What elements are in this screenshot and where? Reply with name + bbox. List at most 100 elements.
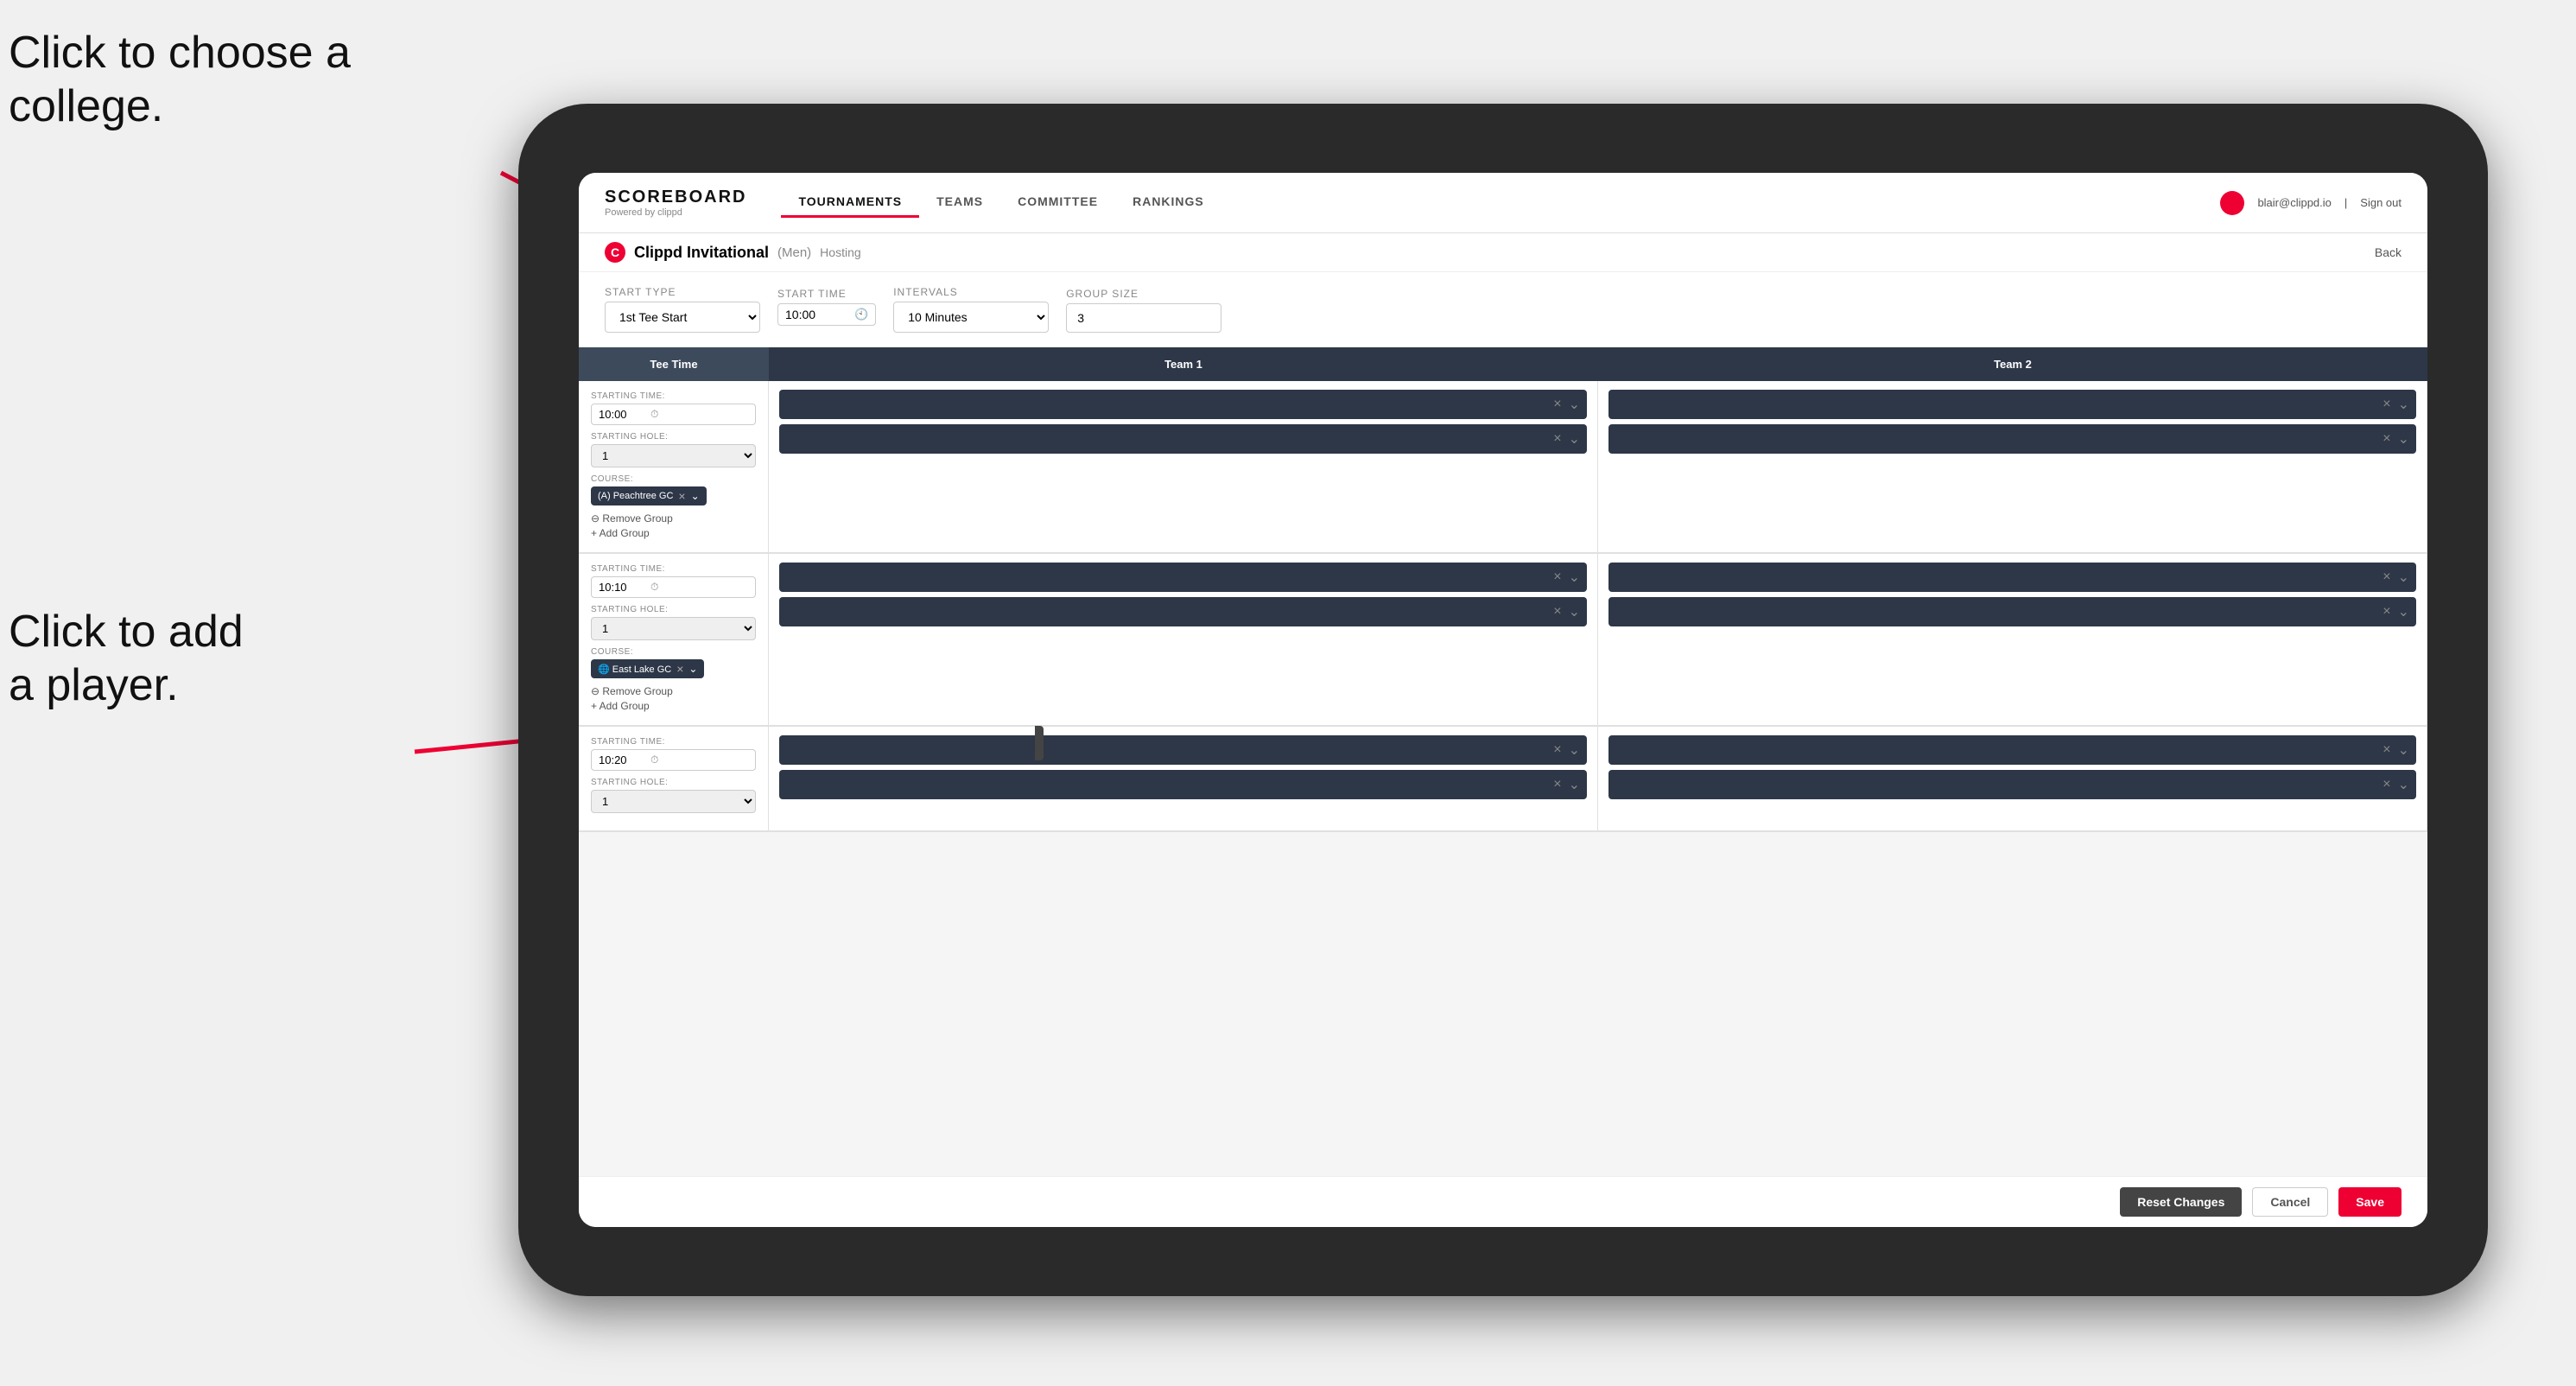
player-slot-2-1[interactable]: × ⌄ [1608,390,2416,419]
player-slot-1-1[interactable]: × ⌄ [779,390,1587,419]
player-slot-5-1[interactable]: × ⌄ [779,735,1587,765]
team1-panel-3: × ⌄ × ⌄ [769,727,1598,830]
add-group-link-1[interactable]: + Add Group [591,527,756,539]
tee-left-3: STARTING TIME: ⏱ STARTING HOLE: 1 [579,727,769,830]
nav-tab-rankings[interactable]: RANKINGS [1115,188,1221,218]
time-value-2[interactable] [599,581,650,594]
tee-left-2: STARTING TIME: ⏱ STARTING HOLE: 1 COURSE… [579,554,769,725]
action-links-2: ⊖ Remove Group + Add Group [591,685,756,712]
scoreboard-logo: SCOREBOARD Powered by clippd [605,188,746,218]
back-button[interactable]: Back [2375,245,2402,259]
course-name-2: 🌐 East Lake GC [598,664,671,675]
starting-time-input-1: ⏱ [591,404,756,425]
sign-out-link[interactable]: Sign out [2360,196,2402,209]
close-icon-1-1[interactable]: × [1553,397,1561,412]
start-time-label: Start Time [777,288,876,300]
starting-hole-label-2: STARTING HOLE: [591,605,756,614]
c-icon: C [605,242,625,263]
hosting-badge: Hosting [820,245,860,259]
expand-icon-6-1[interactable]: ⌄ [2398,741,2409,759]
expand-icon-3-1[interactable]: ⌄ [1569,569,1580,586]
start-type-group: Start Type 1st Tee Start [605,286,760,333]
remove-group-link-1[interactable]: ⊖ Remove Group [591,512,756,525]
cancel-button[interactable]: Cancel [2252,1187,2328,1217]
time-value-1[interactable] [599,408,650,421]
close-icon-3-2[interactable]: × [1553,604,1561,620]
player-slot-1-2[interactable]: × ⌄ [779,424,1587,454]
team1-panel-2: × ⌄ × ⌄ [769,554,1598,725]
intervals-select[interactable]: 10 Minutes [893,302,1049,333]
starting-hole-select-3[interactable]: 1 [591,790,756,813]
close-icon-4-1[interactable]: × [2382,569,2390,585]
close-icon-2-1[interactable]: × [2382,397,2390,412]
player-slot-6-1[interactable]: × ⌄ [1608,735,2416,765]
course-tag-1[interactable]: (A) Peachtree GC × ⌄ [591,486,707,505]
close-icon-5-1[interactable]: × [1553,742,1561,758]
clock-icon: 🕙 [854,308,868,321]
expand-icon-6-2[interactable]: ⌄ [2398,776,2409,793]
course-tag-wrapper-1: (A) Peachtree GC × ⌄ [591,486,756,505]
save-button[interactable]: Save [2338,1187,2402,1217]
player-slot-6-2[interactable]: × ⌄ [1608,770,2416,799]
close-icon-6-1[interactable]: × [2382,742,2390,758]
add-group-link-2[interactable]: + Add Group [591,700,756,712]
nav-tab-tournaments[interactable]: TOURNAMENTS [781,188,919,218]
start-type-select[interactable]: 1st Tee Start [605,302,760,333]
close-icon-5-2[interactable]: × [1553,777,1561,792]
user-avatar [2220,191,2244,215]
expand-icon-1-2[interactable]: ⌄ [1569,430,1580,448]
col-team2: Team 2 [1598,347,2427,381]
expand-icon-3-2[interactable]: ⌄ [1569,603,1580,620]
group-size-input[interactable] [1066,303,1221,333]
starting-time-label-3: STARTING TIME: [591,737,756,747]
course-tag-2[interactable]: 🌐 East Lake GC × ⌄ [591,659,704,678]
starting-hole-label-3: STARTING HOLE: [591,778,756,787]
close-icon-3-1[interactable]: × [1553,569,1561,585]
player-slot-3-1[interactable]: × ⌄ [779,563,1587,592]
start-time-group: Start Time 🕙 [777,288,876,333]
expand-icon-4-2[interactable]: ⌄ [2398,603,2409,620]
side-button [1035,726,1044,760]
close-icon-1-2[interactable]: × [1553,431,1561,447]
start-time-input[interactable] [785,308,854,321]
player-slot-4-1[interactable]: × ⌄ [1608,563,2416,592]
nav-tab-teams[interactable]: TEAMS [919,188,1000,218]
remove-group-link-2[interactable]: ⊖ Remove Group [591,685,756,697]
close-icon-6-2[interactable]: × [2382,777,2390,792]
course-remove-icon-2[interactable]: × [676,662,683,676]
close-icon-2-2[interactable]: × [2382,431,2390,447]
team2-panel-3: × ⌄ × ⌄ [1598,727,2427,830]
team2-panel-1: × ⌄ × ⌄ [1598,381,2427,552]
nav-tab-committee[interactable]: COMMITTEE [1000,188,1115,218]
player-slot-4-2[interactable]: × ⌄ [1608,597,2416,626]
app-header: SCOREBOARD Powered by clippd TOURNAMENTS… [579,173,2427,233]
expand-icon-2-1[interactable]: ⌄ [2398,396,2409,413]
starting-hole-select-2[interactable]: 1 [591,617,756,640]
expand-icon-5-1[interactable]: ⌄ [1569,741,1580,759]
reset-changes-button[interactable]: Reset Changes [2120,1187,2242,1217]
logo-title: SCOREBOARD [605,188,746,207]
team2-panel-2: × ⌄ × ⌄ [1598,554,2427,725]
starting-time-input-2: ⏱ [591,576,756,598]
course-label-2: COURSE: [591,647,756,657]
action-links-1: ⊖ Remove Group + Add Group [591,512,756,539]
starting-time-label-2: STARTING TIME: [591,564,756,574]
course-expand-icon-1[interactable]: ⌄ [691,490,700,502]
expand-icon-4-1[interactable]: ⌄ [2398,569,2409,586]
expand-icon-2-2[interactable]: ⌄ [2398,430,2409,448]
annotation-add-player: Click to add a player. [9,605,244,713]
course-expand-icon-2[interactable]: ⌄ [688,663,697,675]
player-slot-3-2[interactable]: × ⌄ [779,597,1587,626]
tournament-gender: (Men) [777,245,811,260]
close-icon-4-2[interactable]: × [2382,604,2390,620]
course-remove-icon-1[interactable]: × [678,489,685,503]
time-value-3[interactable] [599,753,650,766]
player-slot-2-2[interactable]: × ⌄ [1608,424,2416,454]
starting-hole-select-1[interactable]: 1 [591,444,756,467]
player-slot-5-2[interactable]: × ⌄ [779,770,1587,799]
tee-time-row-3: STARTING TIME: ⏱ STARTING HOLE: 1 × ⌄ [579,727,2427,832]
bottom-bar: Reset Changes Cancel Save [579,1176,2427,1227]
expand-icon-5-2[interactable]: ⌄ [1569,776,1580,793]
course-tag-wrapper-2: 🌐 East Lake GC × ⌄ [591,659,756,678]
expand-icon-1-1[interactable]: ⌄ [1569,396,1580,413]
